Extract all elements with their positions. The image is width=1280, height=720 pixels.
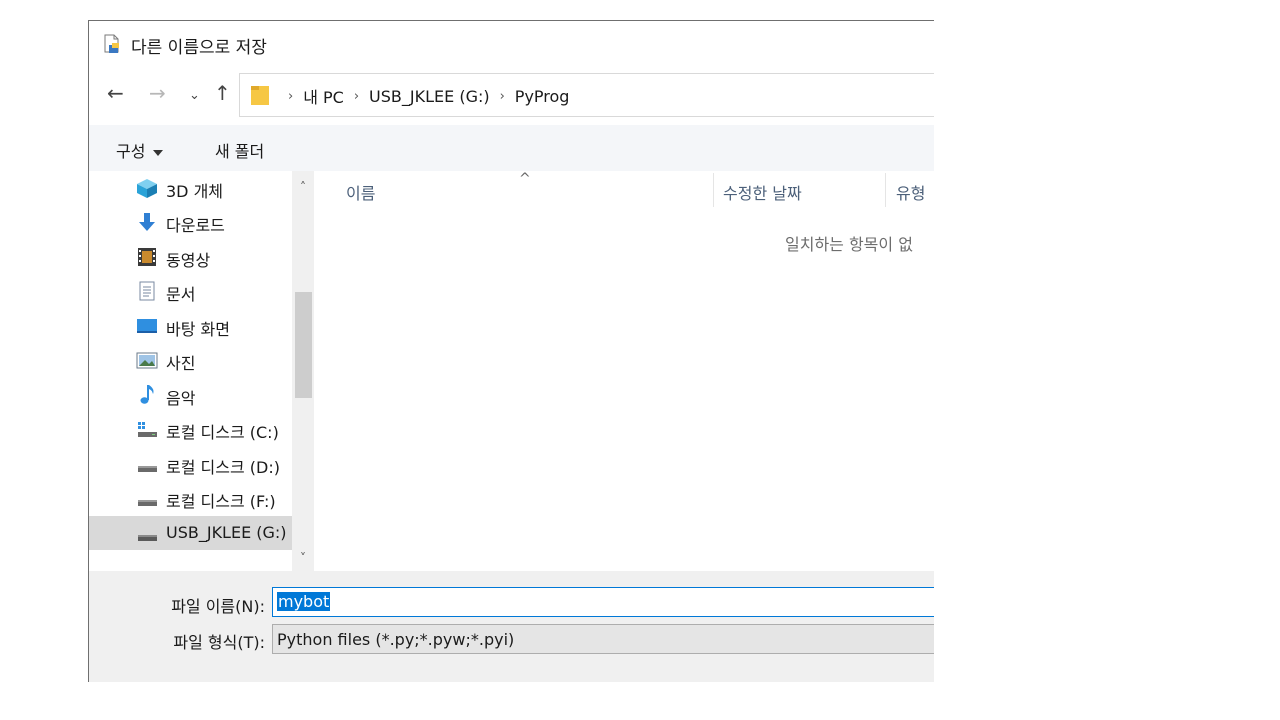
nav-item-pictures[interactable]: 사진 — [89, 343, 292, 377]
nav-item-desktop[interactable]: 바탕 화면 — [89, 309, 292, 343]
breadcrumb-item-usb[interactable]: USB_JKLEE (G:) — [369, 87, 490, 106]
organize-button[interactable]: 구성 — [116, 138, 164, 162]
filename-value: mybot — [277, 592, 331, 611]
nav-item-label: 바탕 화면 — [166, 320, 230, 339]
save-as-dialog: 다른 이름으로 저장 ← → ⌄ ↑ › 내 PC › USB_JKLEE (G… — [88, 20, 934, 682]
picture-icon — [136, 352, 158, 369]
nav-item-label: 로컬 디스크 (C:) — [166, 423, 279, 442]
address-bar[interactable]: › 내 PC › USB_JKLEE (G:) › PyProg — [239, 73, 934, 117]
column-header-name[interactable]: 이름 — [346, 180, 375, 204]
command-bar: 구성 새 폴더 — [89, 125, 934, 171]
document-icon — [139, 281, 155, 301]
column-divider[interactable] — [713, 173, 714, 207]
empty-folder-message: 일치하는 항목이 없 — [785, 235, 913, 254]
drive-icon — [138, 466, 157, 472]
nav-item-downloads[interactable]: 다운로드 — [89, 205, 292, 239]
address-row: ← → ⌄ ↑ › 내 PC › USB_JKLEE (G:) › PyProg — [89, 67, 934, 123]
save-options-panel: 파일 이름(N): mybot 파일 형식(T): Python files (… — [89, 571, 934, 682]
nav-item-label: 동영상 — [166, 251, 211, 270]
nav-item-local-disk-d[interactable]: 로컬 디스크 (D:) — [89, 447, 292, 481]
desktop-icon — [137, 319, 157, 333]
drive-icon — [138, 535, 157, 541]
file-list: ^ 이름 수정한 날짜 유형 일치하는 항목이 없 — [314, 171, 934, 571]
nav-item-usb-drive[interactable]: USB_JKLEE (G:) — [89, 516, 292, 550]
nav-item-label: 다운로드 — [166, 216, 225, 235]
nav-item-local-disk-c[interactable]: 로컬 디스크 (C:) — [89, 412, 292, 446]
navigation-scrollbar[interactable]: ˄ ˅ — [292, 171, 314, 571]
nav-item-videos[interactable]: 동영상 — [89, 240, 292, 274]
organize-label: 구성 — [116, 142, 146, 161]
filetype-label: 파일 형식(T): — [173, 633, 265, 652]
nav-item-label: 로컬 디스크 (D:) — [166, 458, 280, 477]
cube-icon — [137, 179, 157, 198]
nav-item-documents[interactable]: 문서 — [89, 274, 292, 308]
up-arrow-icon[interactable]: ↑ — [214, 81, 231, 105]
forward-arrow-icon[interactable]: → — [149, 81, 166, 105]
nav-item-label: 사진 — [166, 354, 196, 373]
recent-locations-chevron-icon[interactable]: ⌄ — [189, 84, 200, 108]
navigation-pane: 3D 개체 다운로드 동영상 문서 바탕 화면 사진 음악 로컬 디스크 (C:… — [89, 171, 292, 571]
nav-item-label: 로컬 디스크 (F:) — [166, 492, 276, 511]
filetype-value: Python files (*.py;*.pyw;*.pyi) — [277, 630, 515, 649]
caret-down-icon — [153, 149, 164, 156]
filename-input[interactable]: mybot — [272, 587, 934, 617]
filename-label: 파일 이름(N): — [171, 597, 265, 616]
nav-item-label: 음악 — [166, 389, 196, 408]
breadcrumb: › 내 PC › USB_JKLEE (G:) › PyProg — [278, 84, 569, 108]
music-note-icon — [140, 385, 154, 404]
breadcrumb-separator-icon: › — [499, 88, 505, 104]
breadcrumb-separator-icon: › — [353, 88, 360, 104]
scroll-up-icon[interactable]: ˄ — [296, 180, 310, 194]
nav-item-label: 3D 개체 — [166, 182, 224, 201]
nav-item-music[interactable]: 음악 — [89, 378, 292, 412]
drive-icon — [138, 500, 157, 506]
back-arrow-icon[interactable]: ← — [107, 81, 124, 105]
download-arrow-icon — [139, 213, 155, 231]
film-icon — [138, 248, 156, 266]
nav-item-local-disk-f[interactable]: 로컬 디스크 (F:) — [89, 481, 292, 515]
sort-ascending-icon: ^ — [519, 171, 531, 187]
breadcrumb-separator-icon: › — [288, 88, 294, 104]
column-header-date-modified[interactable]: 수정한 날짜 — [723, 180, 802, 204]
column-divider[interactable] — [885, 173, 886, 207]
column-header-type[interactable]: 유형 — [896, 180, 925, 204]
nav-item-label: USB_JKLEE (G:) — [166, 523, 287, 542]
dialog-title: 다른 이름으로 저장 — [131, 38, 267, 58]
windows-drive-icon — [138, 422, 157, 437]
title-bar: 다른 이름으로 저장 — [89, 21, 934, 67]
scroll-down-icon[interactable]: ˅ — [296, 551, 310, 565]
folder-icon — [251, 86, 269, 105]
scrollbar-thumb[interactable] — [295, 292, 312, 398]
save-as-icon — [104, 34, 119, 53]
breadcrumb-item-pyprog[interactable]: PyProg — [515, 87, 570, 106]
new-folder-button[interactable]: 새 폴더 — [215, 138, 264, 162]
breadcrumb-item-pc[interactable]: 내 PC — [303, 84, 344, 108]
nav-item-3d-objects[interactable]: 3D 개체 — [89, 171, 292, 205]
filetype-select[interactable]: Python files (*.py;*.pyw;*.pyi) — [272, 624, 934, 654]
nav-item-label: 문서 — [166, 285, 196, 304]
